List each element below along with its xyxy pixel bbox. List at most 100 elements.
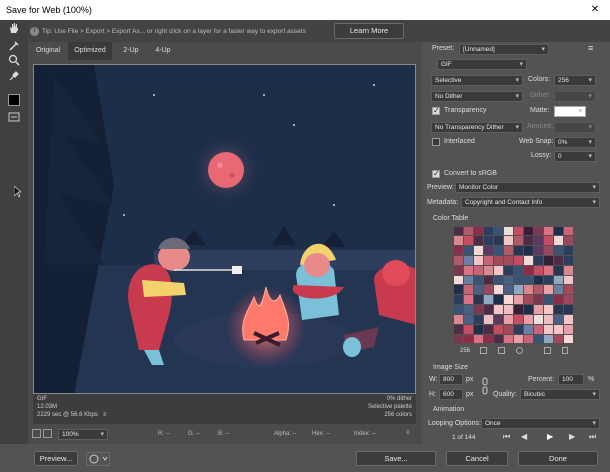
color-swatch[interactable] [453,255,463,265]
color-swatch[interactable] [493,255,503,265]
previous-frame-icon[interactable]: ◀ [521,432,527,441]
map-color-icon[interactable] [480,347,487,354]
color-swatch[interactable] [463,265,473,275]
colors-select[interactable]: 256 [554,75,596,86]
color-swatch[interactable] [513,236,524,246]
first-frame-icon[interactable]: ⏮ [503,432,510,442]
color-swatch[interactable] [524,324,534,334]
looping-options-select[interactable]: Once [481,418,600,429]
tab-4-up[interactable]: 4-Up [148,42,178,60]
color-swatch[interactable] [483,295,493,305]
color-swatch[interactable] [554,334,564,344]
color-swatch[interactable] [534,324,544,334]
color-swatch[interactable] [483,314,493,324]
color-swatch[interactable] [534,236,544,246]
color-swatch[interactable] [524,305,534,314]
color-swatch[interactable] [463,246,473,255]
color-swatch[interactable] [453,226,463,236]
last-frame-icon[interactable]: ⏭ [589,432,596,442]
color-swatch[interactable] [544,255,554,265]
zoom-select[interactable]: 100% [58,429,108,440]
color-swatch[interactable] [483,226,493,236]
metadata-select[interactable]: Copyright and Contact Info [461,197,600,208]
eyedropper-icon[interactable] [6,70,22,84]
color-swatch[interactable] [463,275,473,285]
color-swatch[interactable] [493,314,503,324]
color-swatch[interactable] [554,285,564,295]
lock-color-icon[interactable] [516,347,523,354]
delete-color-icon[interactable] [562,347,568,354]
preset-select[interactable]: [Unnamed] [459,44,549,55]
dither-algorithm-select[interactable]: No Dither [431,91,523,102]
eyedropper-color-swatch[interactable] [8,94,20,106]
tab-2-up[interactable]: 2-Up [116,42,146,60]
color-swatch[interactable] [483,275,493,285]
width-input[interactable]: 800 [439,374,463,385]
color-swatch[interactable] [503,324,513,334]
color-swatch[interactable] [503,314,513,324]
color-swatch[interactable] [453,285,463,295]
color-swatch[interactable] [564,324,574,334]
color-swatch[interactable] [513,226,524,236]
color-swatch[interactable] [493,236,503,246]
color-swatch[interactable] [463,285,473,295]
color-swatch[interactable] [534,265,544,275]
color-swatch[interactable] [544,275,554,285]
color-swatch[interactable] [453,314,463,324]
color-swatch[interactable] [554,255,564,265]
color-swatch[interactable] [524,334,534,344]
color-swatch[interactable] [513,265,524,275]
color-swatch[interactable] [483,334,493,344]
color-swatch[interactable] [513,324,524,334]
color-swatch[interactable] [534,334,544,344]
height-input[interactable]: 600 [439,389,463,400]
color-swatch[interactable] [554,265,564,275]
browser-preview-icon[interactable] [86,452,110,466]
color-swatch[interactable] [453,236,463,246]
color-swatch[interactable] [564,236,574,246]
color-swatch[interactable] [483,246,493,255]
web-snap-select[interactable]: 0% [554,137,596,148]
cancel-button[interactable]: Cancel [446,451,508,466]
color-swatch[interactable] [473,324,483,334]
color-swatch[interactable] [483,324,493,334]
color-swatch[interactable] [524,265,534,275]
color-swatch[interactable] [534,255,544,265]
color-swatch[interactable] [483,255,493,265]
transparency-dither-select[interactable]: No Transparency Dither [431,122,523,133]
status-menu-icon[interactable]: ≡ [406,430,410,436]
color-swatch[interactable] [503,295,513,305]
color-swatch[interactable] [513,246,524,255]
color-swatch[interactable] [544,246,554,255]
color-swatch[interactable] [473,255,483,265]
color-swatch[interactable] [473,295,483,305]
tab-optimized[interactable]: Optimized [68,42,112,60]
preview-select[interactable]: Monitor Color [455,182,600,193]
color-swatch[interactable] [493,295,503,305]
hand-tool-icon[interactable] [6,22,22,36]
color-swatch[interactable] [463,236,473,246]
color-swatch[interactable] [473,275,483,285]
color-swatch[interactable] [534,246,544,255]
color-swatch[interactable] [544,305,554,314]
preset-menu-icon[interactable]: ≡ [588,43,593,53]
color-swatch[interactable] [524,246,534,255]
color-swatch[interactable] [473,285,483,295]
color-swatch[interactable] [503,236,513,246]
color-swatch[interactable] [564,265,574,275]
color-swatch[interactable] [544,226,554,236]
color-swatch[interactable] [564,334,574,344]
color-swatch[interactable] [503,265,513,275]
color-swatch[interactable] [513,314,524,324]
color-swatch[interactable] [564,285,574,295]
color-swatch[interactable] [503,305,513,314]
color-swatch[interactable] [493,265,503,275]
color-swatch[interactable] [513,295,524,305]
close-icon[interactable]: ✕ [580,0,610,20]
color-swatch[interactable] [483,305,493,314]
save-button[interactable]: Save... [356,451,436,466]
matte-color-swatch[interactable] [554,106,586,117]
tab-original[interactable]: Original [32,42,64,60]
new-color-icon[interactable] [544,347,551,354]
color-swatch[interactable] [544,265,554,275]
